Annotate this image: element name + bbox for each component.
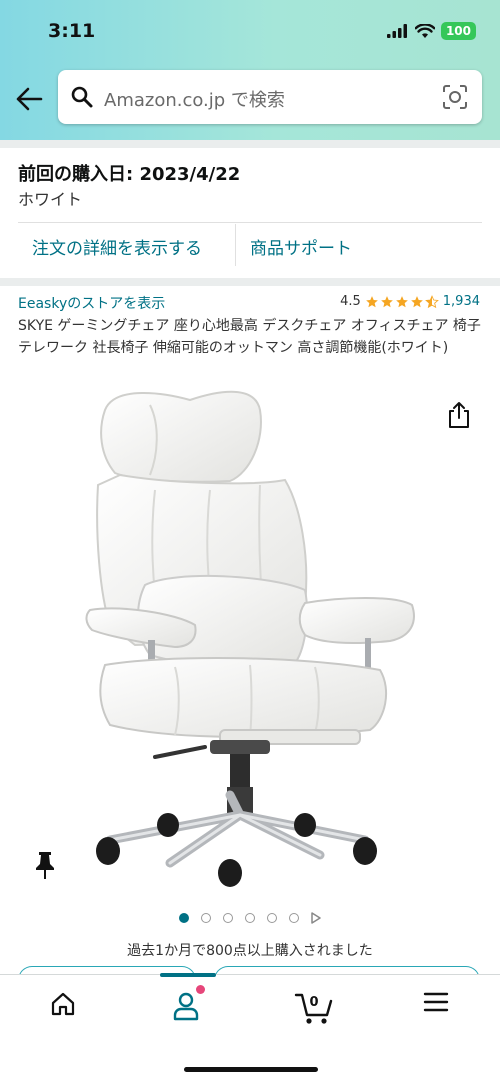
nav-cart[interactable]: 0 [294,991,334,1027]
home-indicator [184,1067,318,1072]
star-rating [365,294,439,309]
signal-icon [386,24,407,38]
play-video-icon[interactable] [311,912,321,924]
header: 3:11 100 Amazon.co.jp で検索 [0,0,500,140]
carousel-dot[interactable] [179,913,189,923]
camera-scan-icon[interactable] [442,84,468,110]
home-icon [51,992,75,1016]
rating-value: 4.5 [340,294,361,309]
half-star-icon [424,294,439,308]
star-icon [365,295,378,307]
status-time: 3:11 [48,20,96,42]
variant-label: ホワイト [18,190,83,209]
nav-menu[interactable] [416,991,456,1027]
battery-indicator: 100 [440,22,476,40]
product-title[interactable]: SKYE ゲーミングチェア 座り心地最高 デスクチェア オフィスチェア 椅子 テ… [18,315,484,359]
link-separator [235,224,236,266]
search-icon [71,86,93,108]
bottom-navigation: 0 [0,973,500,1081]
carousel-dot[interactable] [201,913,211,923]
wifi-icon [414,23,435,38]
nav-profile[interactable] [166,991,206,1027]
image-carousel-indicator[interactable] [0,912,500,924]
divider [18,222,482,223]
order-details-link[interactable]: 注文の詳細を表示する [32,234,202,259]
cart-count: 0 [309,995,319,1010]
product-image[interactable] [80,385,420,890]
share-icon[interactable] [446,400,472,430]
star-icon [395,295,408,307]
store-link[interactable]: Eeaskyのストアを表示 [18,293,165,313]
profile-icon [173,992,199,1021]
status-bar: 3:11 100 [0,0,500,60]
menu-icon [423,992,449,1012]
pin-icon[interactable] [34,850,56,880]
back-arrow-icon[interactable] [14,86,44,112]
review-count[interactable]: 1,934 [443,294,480,309]
carousel-dot[interactable] [245,913,255,923]
product-support-link[interactable]: 商品サポート [250,234,352,259]
nav-home[interactable] [43,991,83,1027]
section-divider [0,278,500,286]
search-placeholder: Amazon.co.jp で検索 [104,90,285,111]
search-input[interactable]: Amazon.co.jp で検索 [58,70,482,124]
section-divider [0,140,500,148]
active-tab-indicator [160,973,216,977]
carousel-dot[interactable] [223,913,233,923]
status-icons: 100 [386,22,476,40]
notification-dot [196,985,205,994]
star-icon [410,295,423,307]
bought-in-past-month-text: 過去1か月で800点以上購入されました [127,943,373,959]
carousel-dot[interactable] [267,913,277,923]
carousel-dot[interactable] [289,913,299,923]
star-icon [380,295,393,307]
rating[interactable]: 4.5 1,934 [340,294,480,309]
purchase-date: 前回の購入日: 2023/4/22 [18,164,241,185]
